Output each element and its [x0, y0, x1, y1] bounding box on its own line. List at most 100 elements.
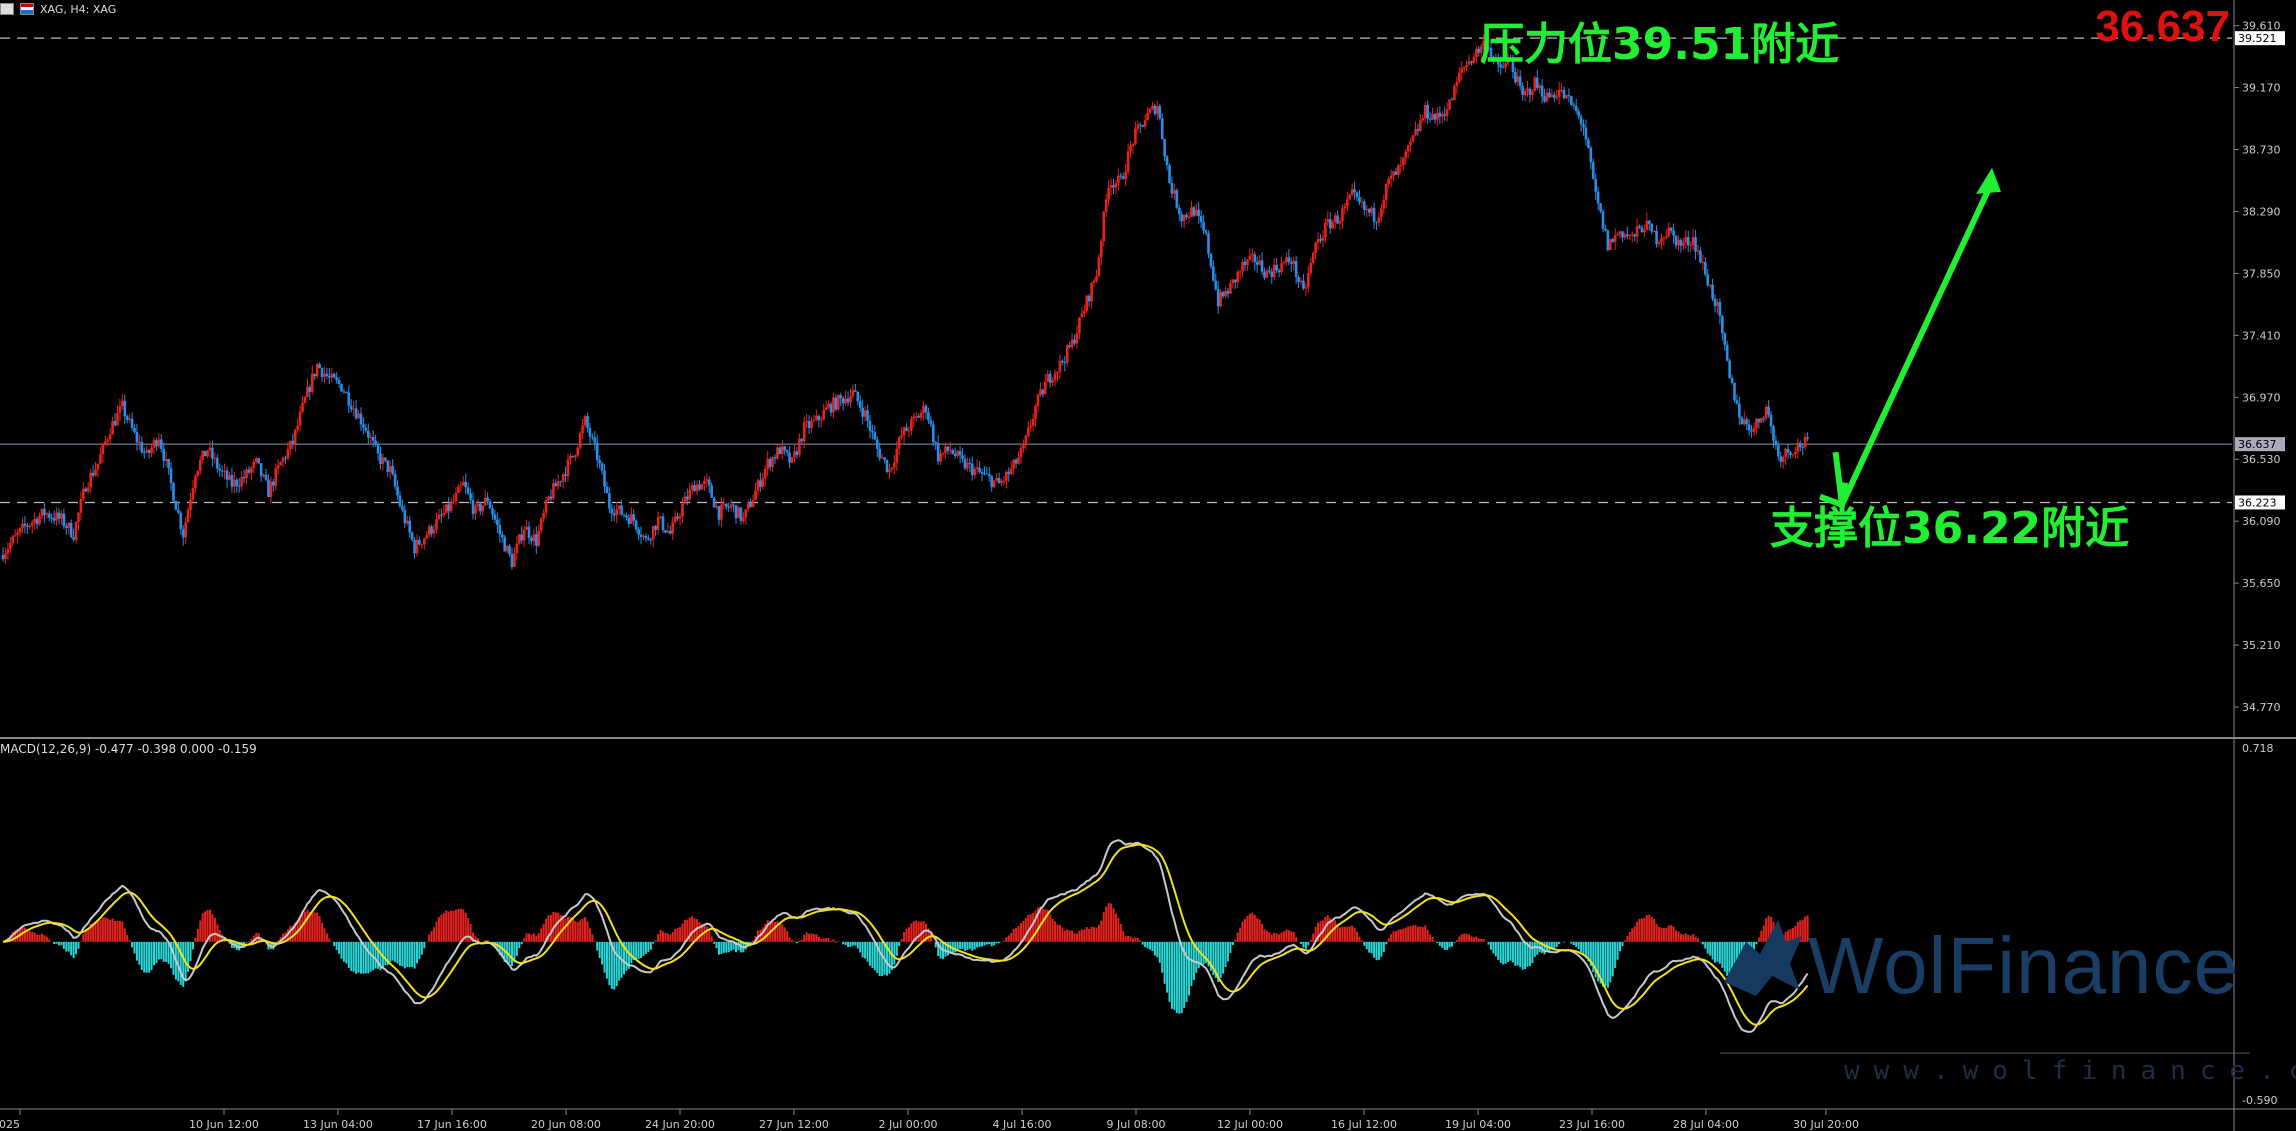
candle-body — [301, 402, 304, 412]
candle-body — [983, 473, 986, 475]
candle-body — [1355, 192, 1359, 198]
candle-body — [1706, 274, 1710, 286]
candle-body — [1221, 291, 1225, 297]
candle-body — [798, 438, 801, 455]
candle-body — [1738, 403, 1741, 418]
candle-body — [67, 522, 71, 528]
candle-body — [1689, 244, 1692, 246]
candle-body — [556, 481, 560, 487]
candle-body — [1104, 199, 1108, 212]
candle-body — [1779, 456, 1783, 462]
candle-body — [705, 479, 709, 481]
candle-body — [1526, 88, 1529, 91]
candle-body — [454, 492, 458, 501]
candle-body — [637, 529, 640, 535]
candle-body — [581, 425, 584, 434]
candle-body — [1392, 171, 1395, 176]
candle-body — [591, 436, 594, 438]
candle-body — [1467, 61, 1471, 65]
menu-icon[interactable] — [0, 3, 14, 15]
candle-body — [337, 380, 341, 385]
candle-body — [625, 515, 628, 518]
candle-body — [1521, 85, 1524, 95]
candle-body — [1126, 151, 1130, 172]
candle-body — [1445, 109, 1449, 116]
candle-body — [1621, 231, 1624, 238]
candle-body — [827, 403, 830, 408]
candle-body — [615, 509, 618, 516]
candle-body — [1314, 242, 1317, 253]
candle-body — [746, 503, 750, 510]
candle-body — [802, 422, 806, 442]
candle-body — [837, 395, 840, 410]
candle-body — [101, 443, 105, 455]
candle-body — [142, 452, 146, 454]
candle-body — [1270, 271, 1274, 278]
price-tick-label: 36.090 — [2242, 515, 2281, 528]
candle-body — [6, 548, 10, 554]
candle-body — [1275, 264, 1278, 271]
candle-body — [1311, 252, 1315, 263]
candle-body — [1326, 219, 1330, 223]
candle-body — [566, 459, 570, 476]
candle-body — [213, 457, 217, 459]
candle-body — [1134, 128, 1137, 144]
candle-body — [700, 484, 704, 490]
candle-body — [1699, 250, 1702, 263]
candle-body — [788, 452, 791, 463]
price-tick-label: 36.530 — [2242, 453, 2281, 466]
candle-body — [106, 439, 110, 442]
candle-body — [698, 484, 701, 490]
price-tick-label: 37.850 — [2242, 267, 2281, 280]
candle-body — [1236, 271, 1240, 283]
candle-body — [1068, 345, 1071, 347]
candle-body — [1338, 221, 1342, 224]
candle-body — [1160, 118, 1164, 140]
candle-body — [94, 469, 97, 476]
candle-body — [1433, 114, 1437, 120]
candle-body — [1367, 208, 1371, 213]
price-tag-label-resistance: 39.521 — [2238, 32, 2277, 45]
candle-body — [549, 496, 553, 499]
candle-body — [211, 447, 214, 459]
candle-body — [1360, 201, 1364, 203]
candle-body — [464, 481, 468, 488]
candle-body — [150, 447, 153, 453]
candle-body — [138, 441, 141, 443]
candle-body — [303, 397, 307, 403]
candle-body — [162, 448, 166, 462]
candle-body — [1214, 280, 1218, 290]
candle-body — [1029, 426, 1033, 428]
candle-body — [1394, 171, 1398, 175]
candle-body — [649, 539, 653, 541]
candle-body — [1100, 241, 1103, 258]
candle-body — [1053, 373, 1057, 381]
candle-body — [496, 519, 499, 526]
candle-body — [739, 507, 743, 521]
candle-body — [1363, 201, 1366, 210]
candle-body — [863, 410, 867, 417]
candle-body — [157, 439, 161, 447]
candle-body — [1703, 262, 1707, 275]
candle-body — [1, 554, 5, 560]
candle-body — [1129, 145, 1132, 152]
candle-body — [1255, 262, 1259, 265]
candle-body — [1538, 85, 1541, 88]
candle-body — [1465, 64, 1468, 67]
price-tick-label: 37.410 — [2242, 329, 2281, 342]
candle-body — [1730, 377, 1734, 383]
candle-body — [1428, 118, 1432, 120]
candle-body — [1156, 106, 1159, 114]
candle-body — [28, 525, 32, 527]
candle-body — [347, 392, 351, 406]
candle-body — [459, 485, 463, 487]
candle-body — [1341, 208, 1344, 222]
candle-body — [1078, 317, 1081, 334]
candle-body — [1148, 108, 1152, 113]
time-tick-label: 9 Jul 08:00 — [1107, 1118, 1166, 1131]
candle-body — [552, 483, 555, 499]
candle-body — [710, 485, 713, 498]
candle-body — [1672, 230, 1675, 236]
candle-body — [1177, 207, 1181, 215]
candle-body — [749, 503, 752, 508]
